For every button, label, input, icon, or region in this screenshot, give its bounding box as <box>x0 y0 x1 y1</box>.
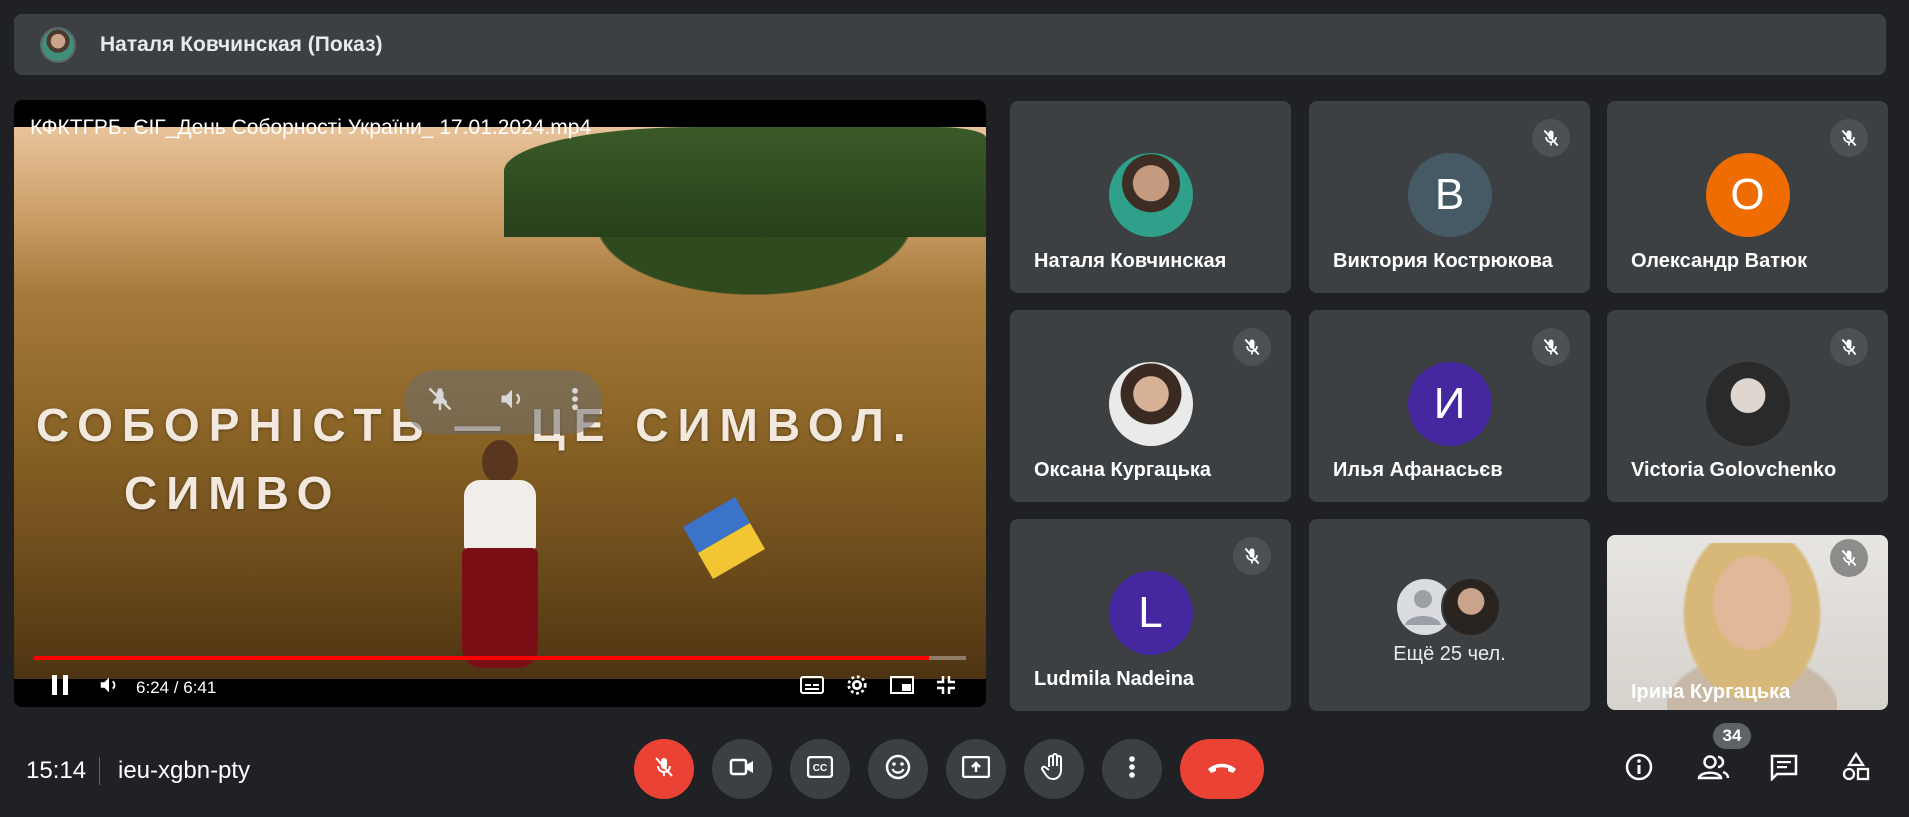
participant-name: Олександр Ватюк <box>1631 250 1808 272</box>
people-button[interactable] <box>1696 751 1732 787</box>
more-vert-icon <box>1128 755 1136 784</box>
hand-icon <box>1041 752 1067 786</box>
video-trees <box>504 127 986 237</box>
video-controls: 6:24 / 6:41 <box>14 668 986 707</box>
participant-name: Ірина Кургацька <box>1631 681 1791 703</box>
presenter-name: Наталя Ковчинская (Показ) <box>100 32 383 56</box>
people-count-badge: 34 <box>1713 723 1751 749</box>
participant-name: Ludmila Nadeina <box>1034 668 1195 690</box>
camera-toggle-button[interactable] <box>712 739 772 799</box>
activities-button[interactable] <box>1838 751 1874 787</box>
mic-off-icon <box>1830 328 1868 366</box>
mic-off-icon <box>652 755 676 784</box>
more-participants-label: Ещё 25 чел. <box>1393 643 1506 665</box>
shared-video[interactable]: КФКТГРБ. ЄІГ_День Соборності України_ 17… <box>14 100 986 707</box>
video-progress-bar[interactable] <box>34 656 966 660</box>
volume-icon[interactable] <box>98 674 120 702</box>
people-icon <box>1697 753 1731 786</box>
participant-tile[interactable]: Victoria Golovchenko <box>1607 310 1888 502</box>
participant-tile[interactable]: Наталя Ковчинская <box>1010 101 1291 293</box>
participant-name: Victoria Golovchenko <box>1631 459 1837 481</box>
participant-tile[interactable]: И Илья Афанасьєв <box>1309 310 1590 502</box>
end-call-icon <box>1205 759 1239 780</box>
settings-icon[interactable] <box>846 674 868 702</box>
raise-hand-button[interactable] <box>1024 739 1084 799</box>
present-screen-icon <box>961 755 991 783</box>
mic-off-icon <box>1532 328 1570 366</box>
miniplayer-icon[interactable] <box>890 675 914 701</box>
captions-icon: CC <box>806 755 834 783</box>
tile-hover-controls <box>404 370 602 434</box>
participant-avatar <box>1108 153 1193 237</box>
participant-avatar <box>1705 362 1790 446</box>
divider <box>99 757 100 785</box>
video-progress-fill <box>34 656 929 660</box>
presenter-avatar <box>40 26 76 63</box>
participant-avatar: И <box>1407 362 1492 446</box>
pin-off-icon[interactable] <box>426 385 454 420</box>
info-icon <box>1624 752 1654 787</box>
participant-avatar: L <box>1108 571 1193 655</box>
more-options-icon[interactable] <box>570 385 580 420</box>
participant-tile[interactable]: Ірина Кургацька <box>1607 535 1888 710</box>
subtitles-icon[interactable] <box>800 675 824 701</box>
participant-avatar <box>1108 362 1193 446</box>
leave-call-button[interactable] <box>1180 739 1264 799</box>
participant-name: Наталя Ковчинская <box>1034 250 1227 272</box>
captions-button[interactable]: CC <box>790 739 850 799</box>
emoji-icon <box>885 754 911 785</box>
participant-tile[interactable]: В Виктория Кострюкова <box>1309 101 1590 293</box>
meeting-code: ieu-xgbn-pty <box>118 757 251 784</box>
camera-icon <box>729 757 755 782</box>
video-time: 6:24 / 6:41 <box>136 677 217 697</box>
mic-off-icon <box>1532 119 1570 157</box>
reactions-button[interactable] <box>868 739 928 799</box>
participant-avatar: О <box>1705 153 1790 237</box>
meeting-info-button[interactable] <box>1621 751 1657 787</box>
presentation-bar: Наталя Ковчинская (Показ) <box>14 14 1886 75</box>
video-overlay-line-2: СИМВО <box>124 467 342 519</box>
participant-avatar: В <box>1407 153 1492 237</box>
present-button[interactable] <box>946 739 1006 799</box>
svg-text:CC: CC <box>813 763 827 774</box>
mic-off-icon <box>1233 328 1271 366</box>
clock: 15:14 <box>26 757 87 784</box>
mic-off-icon <box>1830 539 1868 577</box>
meeting-controls-bar: 15:14 ieu-xgbn-pty CC 34 <box>0 723 1909 817</box>
participant-avatar <box>1441 577 1501 637</box>
video-girl <box>444 440 554 680</box>
exit-fullscreen-icon[interactable] <box>936 675 956 701</box>
participant-name: Илья Афанасьєв <box>1333 459 1503 481</box>
participant-name: Оксана Кургацька <box>1034 459 1212 481</box>
participant-tile[interactable]: L Ludmila Nadeina <box>1010 519 1291 711</box>
participant-tile[interactable]: Оксана Кургацька <box>1010 310 1291 502</box>
chat-icon <box>1769 753 1799 786</box>
participant-tile[interactable]: О Олександр Ватюк <box>1607 101 1888 293</box>
shapes-icon <box>1841 751 1871 787</box>
mic-off-icon <box>1233 537 1271 575</box>
more-participants-tile[interactable]: Ещё 25 чел. <box>1309 519 1590 711</box>
participant-name: Виктория Кострюкова <box>1333 250 1553 272</box>
pause-icon[interactable] <box>50 674 70 702</box>
volume-icon[interactable] <box>498 385 526 420</box>
chat-button[interactable] <box>1766 751 1802 787</box>
video-file-title: КФКТГРБ. ЄІГ_День Соборності України_ 17… <box>30 116 592 139</box>
mic-off-icon <box>1830 119 1868 157</box>
more-options-button[interactable] <box>1102 739 1162 799</box>
mic-toggle-button[interactable] <box>634 739 694 799</box>
